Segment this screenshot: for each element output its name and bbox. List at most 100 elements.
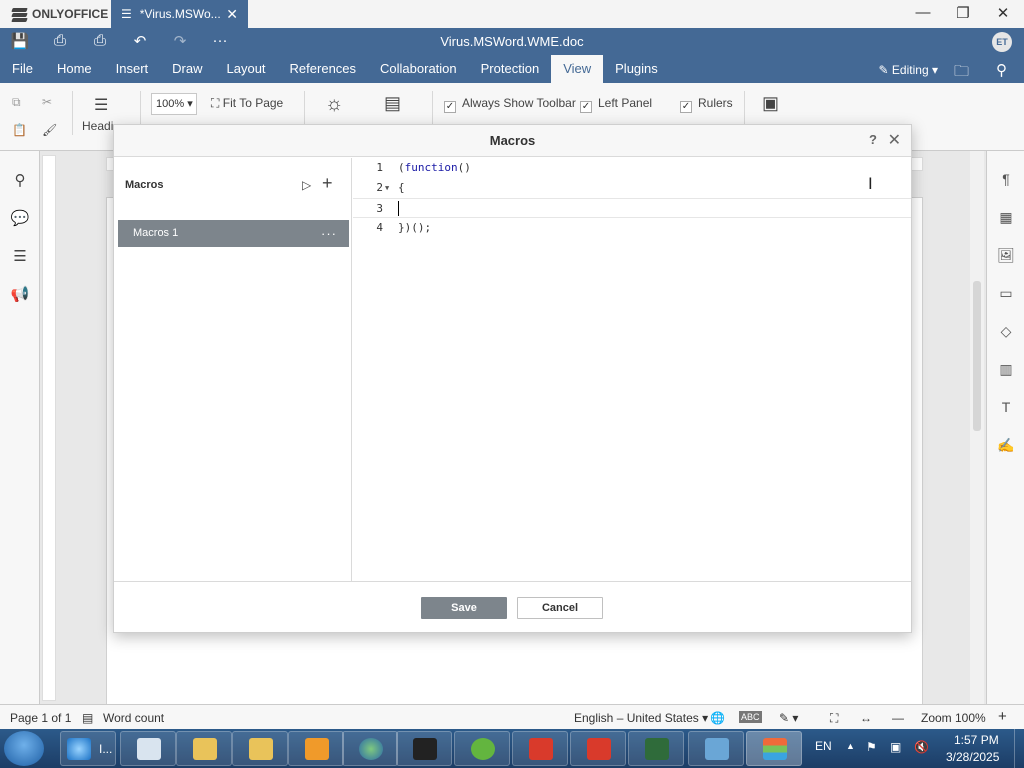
taskbar-app-red-1[interactable] xyxy=(512,731,568,766)
menu-tab-view[interactable]: View xyxy=(551,55,604,83)
headings-icon[interactable]: ☰ xyxy=(94,95,108,115)
globe-icon[interactable]: 🌐 xyxy=(710,711,725,725)
help-icon[interactable]: ? xyxy=(869,132,877,147)
text-art-icon[interactable]: T xyxy=(996,399,1016,419)
taskbar-explorer-files[interactable] xyxy=(120,731,176,766)
macro-list-item[interactable]: Macros 1 ··· xyxy=(118,220,349,247)
taskbar-network[interactable] xyxy=(342,731,398,766)
navigation-icon[interactable]: ☰ xyxy=(10,247,30,267)
scrollbar-thumb[interactable] xyxy=(973,281,981,431)
show-hidden-icons-icon[interactable]: ▲ xyxy=(846,741,855,751)
word-count-button[interactable]: Word count xyxy=(103,711,164,725)
start-button[interactable] xyxy=(4,731,44,766)
text-cursor-icon: I xyxy=(868,174,873,193)
input-language[interactable]: EN xyxy=(815,739,832,753)
restore-button[interactable]: ❐ xyxy=(948,4,978,24)
editing-mode-dropdown[interactable]: ✎ Editing ▾ xyxy=(879,63,938,77)
fit-page-icon[interactable]: ⛶ xyxy=(830,711,838,726)
minimize-button[interactable]: — xyxy=(908,4,938,24)
clock-time[interactable]: 1:57 PM xyxy=(954,733,999,747)
line-number: 2 xyxy=(376,181,383,194)
headings-button[interactable]: Headi xyxy=(82,119,113,133)
search-icon[interactable]: ⚲ xyxy=(10,171,30,191)
fit-to-page-button[interactable]: ⛶ Fit To Page xyxy=(211,96,283,111)
interface-theme-icon[interactable]: ☼ xyxy=(325,93,343,116)
taskbar-onlyoffice[interactable] xyxy=(746,731,802,766)
taskbar-remote-desktop[interactable] xyxy=(688,731,744,766)
code-line[interactable]: 2 ▼ { xyxy=(353,178,911,198)
zoom-combo[interactable]: 100% ▾ xyxy=(151,93,197,115)
paste-icon[interactable]: 📋 xyxy=(12,123,27,137)
format-painter-icon[interactable]: 🖌 xyxy=(42,123,57,137)
taskbar-cat-app[interactable] xyxy=(396,731,452,766)
search-icon[interactable]: ⚲ xyxy=(996,61,1007,79)
code-line[interactable]: 4 })(); xyxy=(353,218,911,238)
header-footer-icon[interactable]: ▭ xyxy=(996,285,1016,305)
chart-settings-icon[interactable]: ▥ xyxy=(996,361,1016,381)
fold-arrow-icon[interactable]: ▼ xyxy=(385,178,389,198)
save-button[interactable]: Save xyxy=(421,597,507,619)
code-text: })(); xyxy=(398,221,432,234)
shape-settings-icon[interactable]: ◇ xyxy=(996,323,1016,343)
vertical-scrollbar[interactable] xyxy=(970,151,984,704)
taskbar-folder-1[interactable] xyxy=(176,731,232,766)
track-changes-icon[interactable]: ✎ ▾ xyxy=(779,711,798,725)
paragraph-settings-icon[interactable]: ¶ xyxy=(996,171,1016,191)
taskbar-utorrent[interactable] xyxy=(454,731,510,766)
cancel-button[interactable]: Cancel xyxy=(517,597,603,619)
zoom-level[interactable]: Zoom 100% xyxy=(921,711,986,725)
table-settings-icon[interactable]: ▦ xyxy=(996,209,1016,229)
close-icon[interactable]: ✕ xyxy=(888,130,901,150)
spellcheck-icon[interactable]: ABC xyxy=(739,711,762,723)
menu-tab-references[interactable]: References xyxy=(278,55,368,83)
menu-tab-collaboration[interactable]: Collaboration xyxy=(368,55,469,83)
menu-tab-plugins[interactable]: Plugins xyxy=(603,55,670,83)
close-window-button[interactable]: ✕ xyxy=(988,4,1018,24)
code-editor[interactable]: 1 (function() 2 ▼ { 3 4 })(); xyxy=(353,158,911,581)
network-icon[interactable]: ▣ xyxy=(890,740,901,754)
more-options-icon[interactable]: ··· xyxy=(321,220,337,247)
user-avatar[interactable]: ET xyxy=(992,32,1012,52)
taskbar-app-red-2[interactable] xyxy=(570,731,626,766)
dark-document-icon[interactable]: ▤ xyxy=(384,93,401,114)
code-line[interactable]: 1 (function() xyxy=(353,158,911,178)
feedback-icon[interactable]: 📢 xyxy=(10,285,30,305)
zoom-out-icon[interactable]: — xyxy=(892,711,904,725)
page-counter[interactable]: Page 1 of 1 xyxy=(10,711,71,725)
image-settings-icon[interactable]: 🖼 xyxy=(996,247,1016,267)
menu-tab-file[interactable]: File xyxy=(0,55,45,83)
zoom-value: 100% xyxy=(156,98,185,110)
view-options-icon[interactable]: ▣ xyxy=(762,93,779,114)
left-panel-checkbox[interactable]: ✓ Left Panel xyxy=(580,96,652,113)
show-desktop-button[interactable] xyxy=(1014,729,1024,768)
menu-tab-home[interactable]: Home xyxy=(45,55,104,83)
close-tab-icon[interactable]: ✕ xyxy=(226,6,238,23)
action-center-icon[interactable]: ⚑ xyxy=(866,740,877,754)
taskbar-task-manager[interactable] xyxy=(628,731,684,766)
menu-tab-layout[interactable]: Layout xyxy=(215,55,278,83)
code-line-current[interactable]: 3 xyxy=(353,198,911,218)
always-show-toolbar-checkbox[interactable]: ✓ Always Show Toolbar xyxy=(444,96,576,113)
menu-tab-insert[interactable]: Insert xyxy=(104,55,161,83)
clock-date[interactable]: 3/28/2025 xyxy=(946,750,999,764)
run-macro-icon[interactable]: ▷ xyxy=(302,178,311,192)
taskbar-internet-explorer[interactable]: I... xyxy=(60,731,116,766)
signature-icon[interactable]: ✍ xyxy=(996,437,1016,457)
copy-icon[interactable]: ⧉ xyxy=(12,95,21,110)
comments-icon[interactable]: 💬 xyxy=(10,209,30,229)
document-tab[interactable]: ☰ *Virus.MSWo... ✕ xyxy=(111,0,248,28)
zoom-in-icon[interactable]: + xyxy=(998,708,1007,725)
add-macro-icon[interactable]: + xyxy=(322,173,333,194)
title-bar: ONLYOFFICE ☰ *Virus.MSWo... ✕ — ❐ ✕ xyxy=(0,0,1024,28)
taskbar-folder-2[interactable] xyxy=(232,731,288,766)
menu-tab-draw[interactable]: Draw xyxy=(160,55,214,83)
cut-icon[interactable]: ✂ xyxy=(42,95,52,109)
function-keyword: function xyxy=(404,161,458,174)
fit-width-icon[interactable]: ↔ xyxy=(860,711,872,725)
menu-tab-protection[interactable]: Protection xyxy=(469,55,552,83)
word-count-icon[interactable]: ▤ xyxy=(82,711,93,725)
volume-icon[interactable]: 🔇 xyxy=(914,740,929,754)
taskbar-media-player[interactable] xyxy=(288,731,344,766)
rulers-checkbox[interactable]: ✓ Rulers xyxy=(680,96,733,113)
language-dropdown[interactable]: English – United States ▾ xyxy=(574,711,708,725)
